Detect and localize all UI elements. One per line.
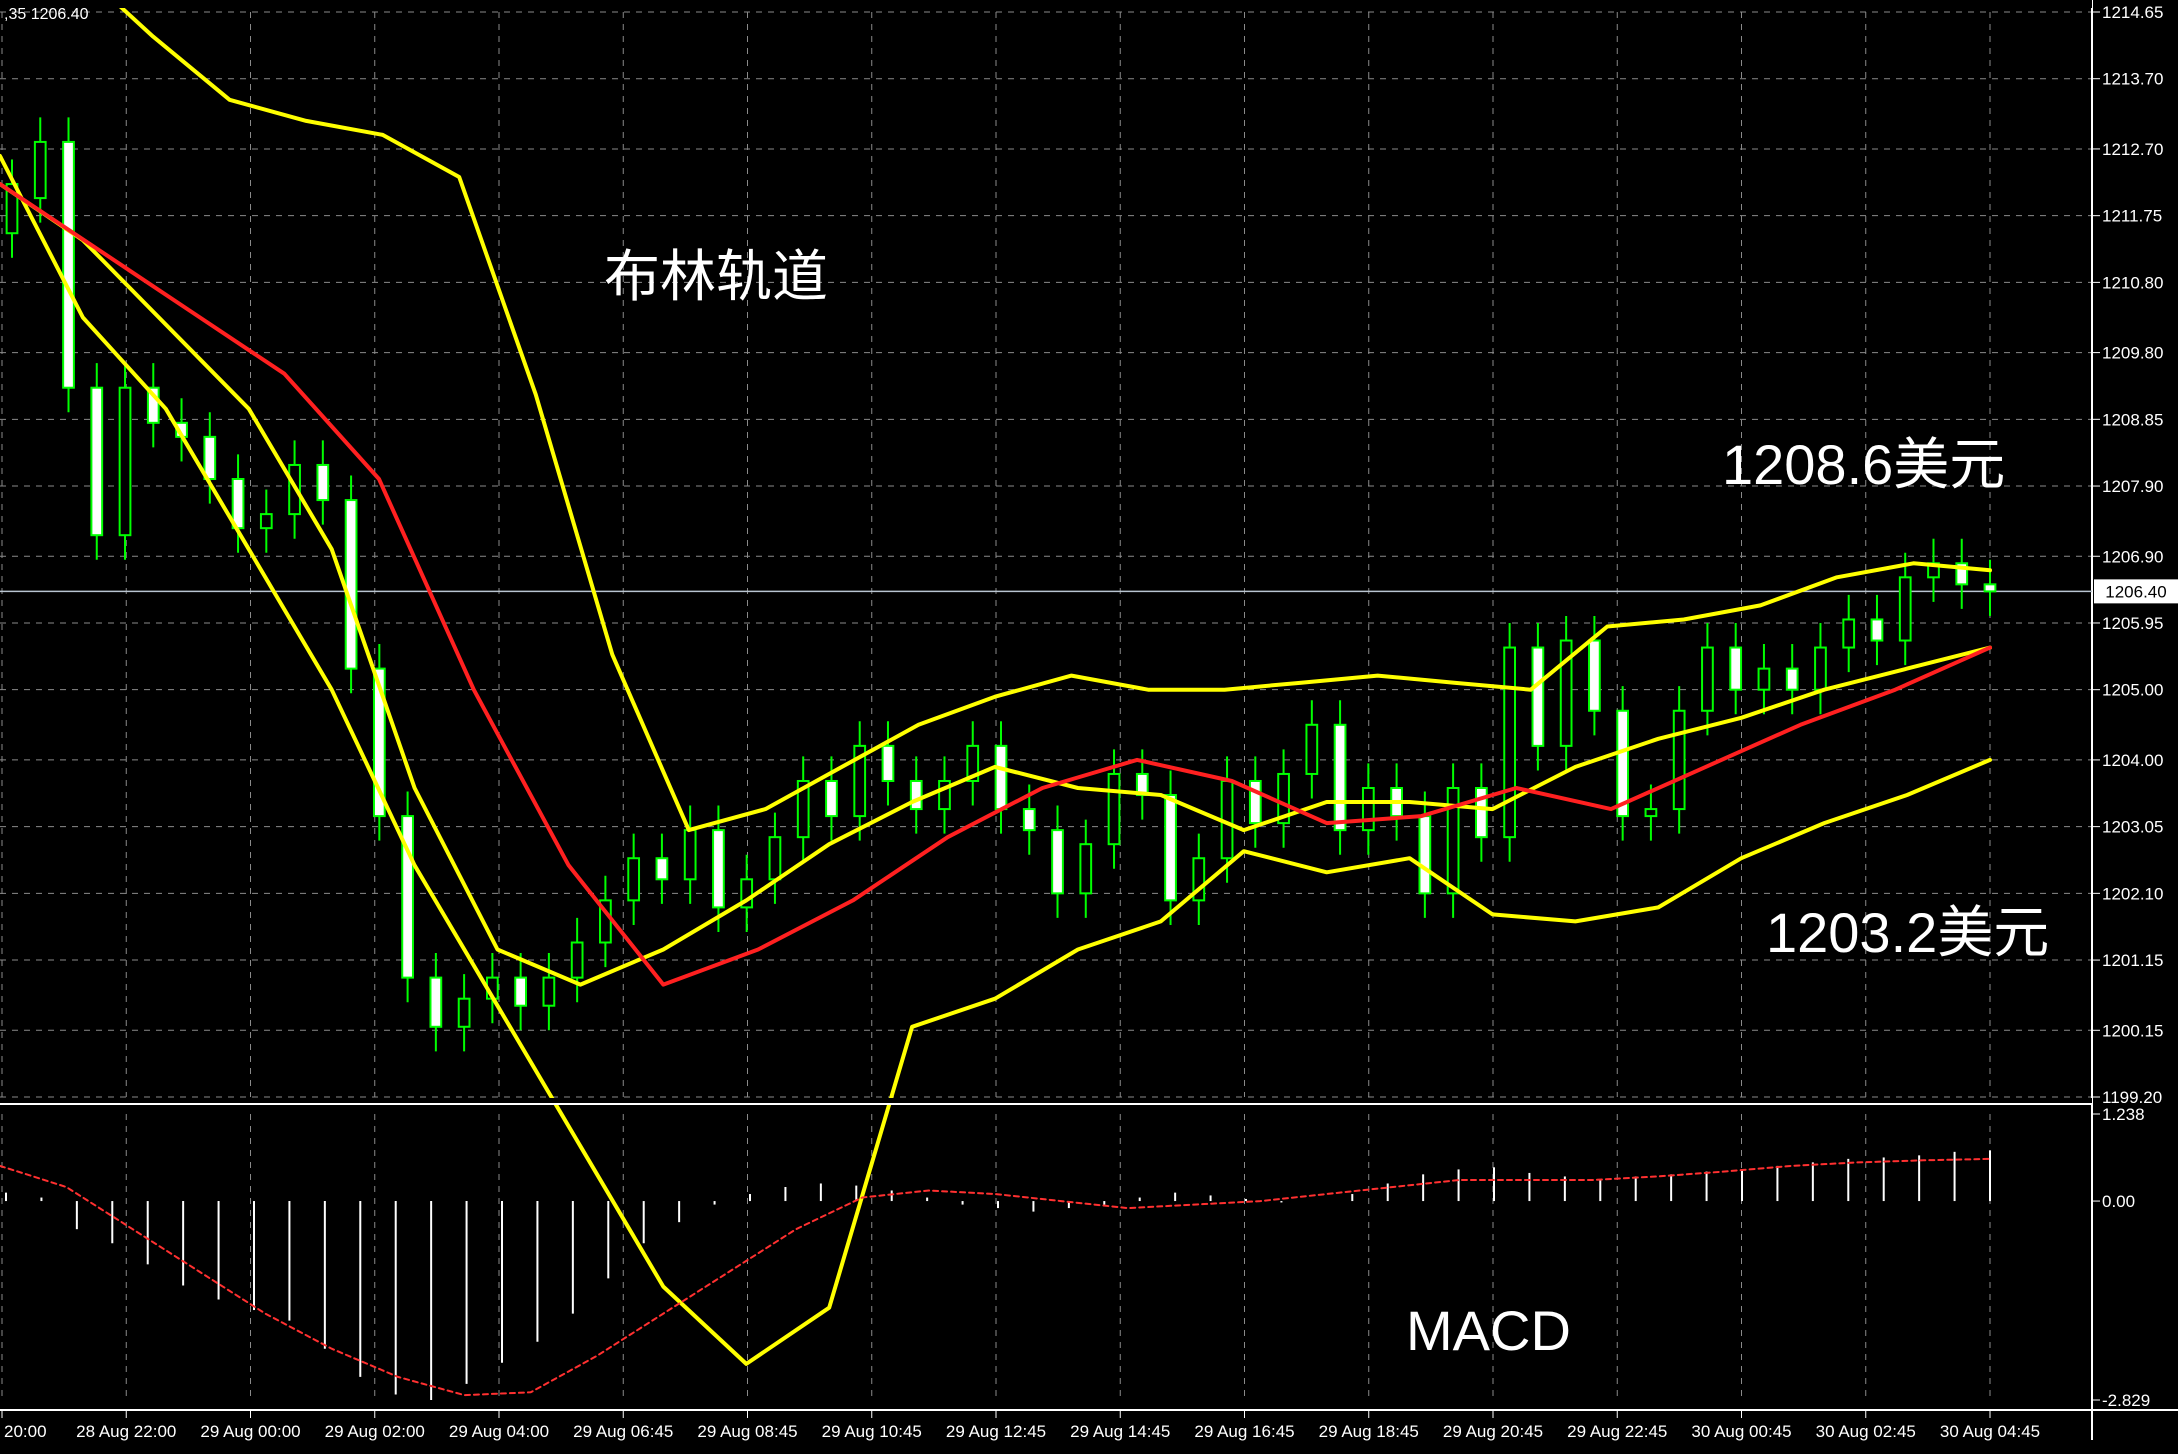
y-tick-label: 1205.00 bbox=[2102, 681, 2163, 700]
candle-body bbox=[33, 140, 47, 200]
candle-body bbox=[881, 744, 895, 782]
candle-body bbox=[1644, 808, 1658, 818]
current-price-label: 1206.40 bbox=[2105, 582, 2166, 601]
candle-body bbox=[909, 779, 923, 811]
macd-y-tick-label: 1.238 bbox=[2102, 1105, 2145, 1124]
x-tick-label: 28 Aug 22:00 bbox=[76, 1422, 176, 1441]
x-tick-label: 30 Aug 02:45 bbox=[1816, 1422, 1916, 1441]
candle-body bbox=[1785, 667, 1799, 691]
candle-body bbox=[1531, 646, 1545, 747]
candle-body bbox=[1983, 583, 1997, 593]
candle-body bbox=[1701, 646, 1714, 712]
y-tick-label: 1206.90 bbox=[2102, 547, 2163, 566]
y-tick-label: 1200.15 bbox=[2102, 1021, 2163, 1040]
candle-body bbox=[203, 435, 217, 481]
macd-annotation: MACD bbox=[1406, 1299, 1571, 1362]
candle-body bbox=[1164, 794, 1177, 902]
candle-body bbox=[542, 976, 556, 1007]
y-tick-label: 1201.15 bbox=[2102, 951, 2163, 970]
candle-body bbox=[1672, 709, 1686, 811]
upper-level-annotation: 1208.6美元 bbox=[1722, 433, 2006, 496]
panel-top-gap bbox=[0, 0, 2092, 8]
lower-level-annotation: 1203.2美元 bbox=[1766, 901, 2050, 964]
candle-body bbox=[1079, 843, 1093, 895]
candle-body bbox=[1588, 639, 1601, 712]
candle-body bbox=[90, 386, 104, 537]
candle-body bbox=[768, 836, 782, 881]
x-tick-label: 29 Aug 04:00 bbox=[449, 1422, 549, 1441]
y-tick-label: 1203.05 bbox=[2102, 818, 2163, 837]
candle-body bbox=[1361, 787, 1375, 832]
candle-body bbox=[627, 857, 641, 902]
x-tick-label: 30 Aug 00:45 bbox=[1691, 1422, 1791, 1441]
candle-body bbox=[344, 499, 358, 670]
x-tick-label: 29 Aug 16:45 bbox=[1194, 1422, 1294, 1441]
candle-body bbox=[570, 941, 584, 979]
x-tick-label: 29 Aug 00:00 bbox=[200, 1422, 300, 1441]
y-tick-label: 1214.65 bbox=[2102, 3, 2163, 22]
y-tick-label: 1208.85 bbox=[2102, 410, 2163, 429]
chart-background bbox=[0, 0, 2178, 1454]
chart-header: ,35 1206.40 bbox=[4, 6, 89, 23]
x-tick-label: 20:00 bbox=[4, 1422, 47, 1441]
candle-body bbox=[1305, 723, 1319, 775]
x-tick-label: 29 Aug 10:45 bbox=[822, 1422, 922, 1441]
candle-body bbox=[1842, 618, 1856, 649]
x-tick-label: 29 Aug 22:45 bbox=[1567, 1422, 1667, 1441]
candle-body bbox=[429, 976, 443, 1028]
y-tick-label: 1209.80 bbox=[2102, 344, 2163, 363]
candle-body bbox=[1814, 646, 1827, 691]
candle-body bbox=[259, 513, 273, 530]
candle-body bbox=[1022, 808, 1036, 832]
macd-y-tick-label: 0.00 bbox=[2102, 1192, 2135, 1211]
candle-body bbox=[994, 744, 1008, 811]
candle-body bbox=[118, 386, 132, 537]
candle-body bbox=[1729, 646, 1743, 691]
y-tick-label: 1211.75 bbox=[2102, 207, 2162, 226]
candle-body bbox=[1870, 618, 1884, 642]
y-tick-label: 1212.70 bbox=[2102, 140, 2163, 159]
y-tick-label: 1202.10 bbox=[2102, 884, 2163, 903]
candle-body bbox=[825, 779, 838, 818]
y-tick-label: 1213.70 bbox=[2102, 70, 2163, 89]
x-tick-label: 29 Aug 20:45 bbox=[1443, 1422, 1543, 1441]
x-tick-label: 30 Aug 04:45 bbox=[1940, 1422, 2040, 1441]
x-tick-label: 29 Aug 06:45 bbox=[573, 1422, 673, 1441]
candle-body bbox=[655, 857, 669, 881]
x-tick-label: 29 Aug 08:45 bbox=[697, 1422, 797, 1441]
macd-y-tick-label: -2.829 bbox=[2102, 1391, 2150, 1410]
x-tick-label: 29 Aug 12:45 bbox=[946, 1422, 1046, 1441]
candle-body bbox=[1248, 779, 1262, 825]
candle-body bbox=[316, 463, 330, 502]
y-tick-label: 1207.90 bbox=[2102, 477, 2163, 496]
x-tick-label: 29 Aug 18:45 bbox=[1319, 1422, 1419, 1441]
candle-body bbox=[1051, 829, 1064, 895]
y-tick-label: 1205.95 bbox=[2102, 614, 2163, 633]
candle-body bbox=[1757, 667, 1771, 691]
candle-body bbox=[1898, 576, 1912, 642]
candle-body bbox=[1418, 815, 1432, 895]
candle-body bbox=[62, 140, 75, 389]
candle-body bbox=[1107, 772, 1121, 846]
y-tick-label: 1210.80 bbox=[2102, 273, 2163, 292]
bollinger-annotation: 布林轨道 bbox=[604, 245, 828, 308]
price-chart[interactable]: 1214.65 1213.70 1212.70 1211.75 1210.80 1209.… bbox=[0, 0, 2178, 1454]
y-tick-label: 1204.00 bbox=[2102, 751, 2163, 770]
x-tick-label: 29 Aug 02:00 bbox=[325, 1422, 425, 1441]
x-tick-label: 29 Aug 14:45 bbox=[1070, 1422, 1170, 1441]
candle-body bbox=[457, 997, 471, 1028]
candle-body bbox=[514, 976, 527, 1007]
candle-body bbox=[712, 829, 725, 909]
candle-body bbox=[683, 829, 697, 881]
candle-body bbox=[1333, 723, 1347, 832]
candle-body bbox=[1503, 646, 1516, 839]
